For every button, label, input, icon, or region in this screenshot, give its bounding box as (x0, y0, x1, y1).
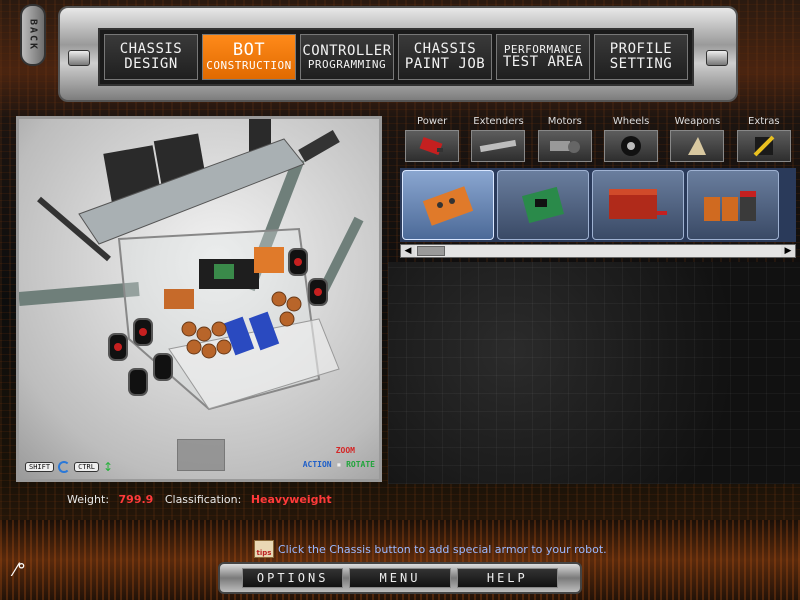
part-item-orange-battery-pack[interactable] (402, 170, 494, 240)
back-button-label: BACK (27, 18, 39, 52)
tab-line2: TEST AREA (502, 54, 584, 71)
scroll-left-button[interactable]: ◀ (401, 245, 415, 257)
weapon-icon (670, 130, 725, 162)
tab-line2: DESIGN (124, 56, 178, 72)
back-button[interactable]: BACK (20, 4, 46, 66)
tab-chassis-design[interactable]: CHASSIS DESIGN (104, 34, 198, 80)
options-button[interactable]: OPTIONS (242, 568, 344, 588)
control-hints: SHIFT CTRL ↕ (25, 461, 115, 473)
tab-controller-programming[interactable]: CONTROLLER PROGRAMMING (300, 34, 394, 80)
category-label: Weapons (674, 116, 721, 127)
tab-chassis-paint-job[interactable]: CHASSIS PAINT JOB (398, 34, 492, 80)
category-label: Extras (748, 116, 780, 127)
bottom-menu-bar: OPTIONS MENU HELP (218, 562, 582, 594)
tab-line1: PROFILE (609, 41, 673, 58)
rotate-label: ROTATE (346, 460, 375, 469)
classification-value: Heavyweight (250, 493, 332, 506)
tab-line2: PAINT JOB (404, 56, 486, 72)
rotate-icon (58, 461, 71, 473)
part-item-battery-cluster[interactable] (687, 170, 779, 240)
tab-profile-setting[interactable]: PROFILE SETTING (594, 34, 688, 80)
category-label: Power (417, 116, 448, 127)
mouse-legend: ZOOM ACTION ▪ ROTATE (302, 446, 375, 469)
motor-icon (537, 130, 592, 162)
tab-line1: CHASSIS (413, 41, 477, 58)
tab-line1: CHASSIS (119, 41, 183, 58)
classification-label: Classification: (164, 493, 242, 506)
category-label: Wheels (612, 116, 650, 127)
parts-panel: Power Extenders Motors Wheels Weapons Ex… (400, 114, 796, 262)
left-knob (68, 50, 90, 66)
tip-text: Click the Chassis button to add special … (278, 542, 607, 556)
tab-line2: PROGRAMMING (307, 57, 387, 71)
category-label: Extenders (473, 116, 524, 127)
part-item-green-circuit-board[interactable] (497, 170, 589, 240)
menu-button[interactable]: MENU (349, 568, 451, 588)
weight-value: 799.9 (118, 493, 154, 506)
green-circuit-board-icon (521, 186, 565, 224)
circuit-board-decoration (388, 262, 800, 484)
tab-line1: BOT (232, 40, 266, 61)
tab-line1: CONTROLLER (302, 42, 392, 59)
red-battery-block-icon (609, 189, 667, 219)
category-power[interactable]: Power (400, 114, 464, 166)
category-weapons[interactable]: Weapons (665, 114, 729, 166)
game-logo-icon: ⁄° (14, 560, 27, 581)
mouse-icon: ▪ (336, 460, 342, 469)
help-button[interactable]: HELP (456, 568, 558, 588)
weight-label: Weight: (67, 493, 110, 506)
zoom-label: ZOOM (335, 446, 355, 455)
ctrl-key: CTRL (74, 462, 99, 472)
orange-battery-pack-icon (422, 186, 474, 226)
extras-icon (736, 130, 791, 162)
scroll-right-button[interactable]: ▶ (781, 245, 795, 257)
robot-3d-viewport[interactable]: SHIFT CTRL ↕ ZOOM ACTION ▪ ROTATE (16, 116, 382, 482)
category-motors[interactable]: Motors (533, 114, 597, 166)
shift-key: SHIFT (25, 462, 55, 472)
category-wheels[interactable]: Wheels (599, 114, 663, 166)
battery-cluster-icon (704, 191, 756, 221)
category-label: Motors (547, 116, 582, 127)
part-strip-scrollbar[interactable]: ◀ ▶ (400, 244, 796, 258)
bot-stats: Weight: 799.9 Classification: Heavyweigh… (67, 493, 340, 506)
part-item-red-battery-block[interactable] (592, 170, 684, 240)
part-item-strip (400, 168, 796, 242)
action-label: ACTION (302, 460, 332, 469)
wheel-icon (604, 130, 659, 162)
scroll-thumb[interactable] (417, 246, 445, 256)
category-extras[interactable]: Extras (732, 114, 796, 166)
robot-model-icon (19, 119, 364, 411)
tips-icon: tips (254, 540, 274, 558)
discard-bin-icon[interactable] (177, 439, 225, 471)
tab-bot-construction[interactable]: BOT CONSTRUCTION (202, 34, 296, 80)
scroll-track[interactable] (415, 245, 781, 257)
tip-bar: tips Click the Chassis button to add spe… (254, 540, 607, 558)
right-knob (706, 50, 728, 66)
tab-line2: CONSTRUCTION (206, 59, 292, 73)
battery-icon (405, 130, 460, 162)
top-navigation: CHASSIS DESIGN BOT CONSTRUCTION CONTROLL… (58, 6, 738, 102)
nav-tabs: CHASSIS DESIGN BOT CONSTRUCTION CONTROLL… (98, 28, 694, 86)
tab-performance-test-area[interactable]: PERFORMANCE TEST AREA (496, 34, 590, 80)
category-extenders[interactable]: Extenders (466, 114, 530, 166)
up-down-arrow-icon: ↕ (102, 460, 113, 474)
part-category-tabs: Power Extenders Motors Wheels Weapons Ex… (400, 114, 796, 166)
extender-bar-icon (471, 130, 526, 162)
tab-line2: SETTING (609, 56, 673, 72)
